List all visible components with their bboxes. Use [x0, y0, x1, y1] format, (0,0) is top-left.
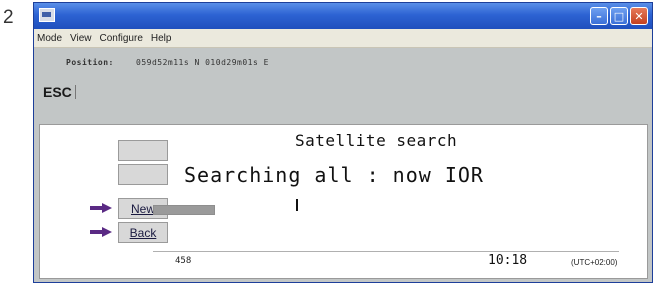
terminal-screen: New Back Satellite search Searching all …	[39, 124, 648, 279]
menu-help[interactable]: Help	[151, 33, 172, 44]
arrow-right-icon	[90, 203, 114, 213]
close-icon[interactable]: ✕	[630, 7, 648, 25]
position-label: Position:	[66, 58, 114, 67]
menu-bar: Mode View Configure Help	[34, 29, 652, 48]
softkey-1[interactable]	[118, 140, 168, 161]
app-icon[interactable]	[39, 8, 55, 22]
esc-label[interactable]: ESC	[43, 85, 76, 99]
menu-mode[interactable]: Mode	[37, 33, 62, 44]
position-value: 059d52m11s N 010d29m01s E	[136, 58, 269, 67]
maximize-icon[interactable]: □	[610, 7, 628, 25]
back-button-label: Back	[129, 225, 157, 240]
screen-title: Satellite search	[295, 131, 458, 150]
progress-fill	[154, 206, 214, 214]
step-number: 2	[3, 7, 14, 28]
arrow-right-icon	[90, 227, 114, 237]
title-bar[interactable]: – □ ✕	[34, 3, 652, 29]
search-status: Searching all : now IOR	[184, 163, 484, 187]
clock-time: 10:18	[488, 253, 528, 268]
text-cursor	[296, 199, 298, 211]
app-window: – □ ✕ Mode View Configure Help Position:…	[33, 2, 653, 283]
minimize-icon[interactable]: –	[590, 7, 608, 25]
back-button[interactable]: Back	[118, 222, 168, 243]
footer-divider	[153, 251, 619, 252]
menu-view[interactable]: View	[70, 33, 92, 44]
menu-configure[interactable]: Configure	[100, 33, 143, 44]
position-row: Position: 059d52m11s N 010d29m01s E	[34, 53, 652, 73]
new-button-label: New	[130, 201, 155, 216]
softkey-2[interactable]	[118, 164, 168, 185]
clock-timezone: (UTC+02:00)	[571, 258, 618, 267]
footer-value: 458	[175, 256, 192, 266]
search-progress-bar	[153, 205, 215, 215]
